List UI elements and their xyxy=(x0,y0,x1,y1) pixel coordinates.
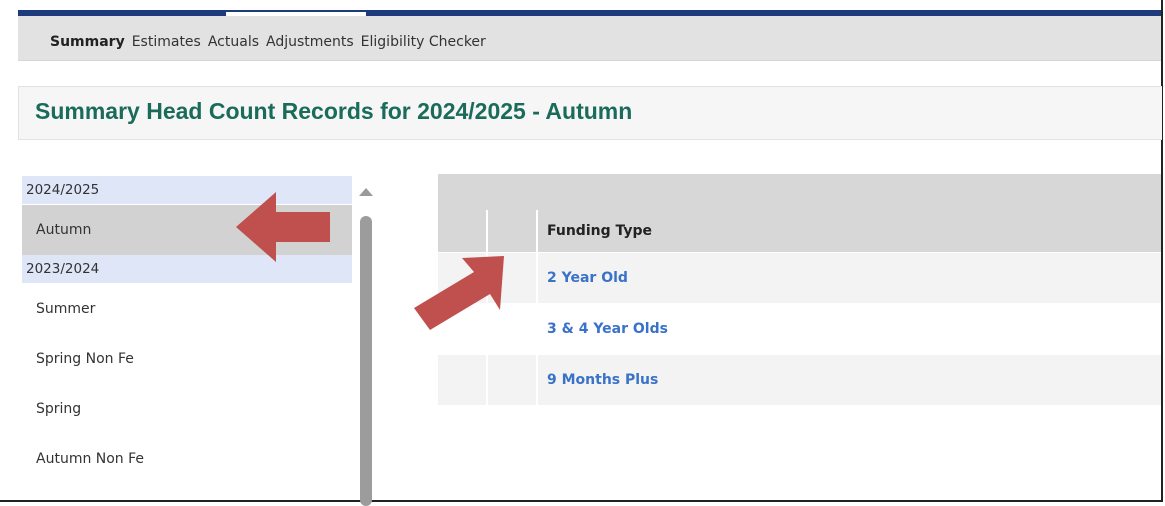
left-arrow-icon xyxy=(236,192,330,262)
tab-summary[interactable]: Summary xyxy=(50,34,125,50)
sidebar-item-summer[interactable]: Summer xyxy=(22,284,352,334)
table-row: 2 Year Old xyxy=(438,253,1161,304)
column-header-funding-type[interactable]: Funding Type xyxy=(538,210,1161,252)
page-title: Summary Head Count Records for 2024/2025… xyxy=(35,98,633,124)
scroll-thumb[interactable] xyxy=(360,216,372,506)
sidebar-scrollbar[interactable] xyxy=(357,176,375,506)
sidebar-item-spring-non-fe[interactable]: Spring Non Fe xyxy=(22,334,352,384)
funding-link-9-months-plus[interactable]: 9 Months Plus xyxy=(547,372,658,388)
sidebar-item-spring[interactable]: Spring xyxy=(22,384,352,434)
scroll-up-arrow-icon[interactable] xyxy=(359,188,373,196)
funding-link-2-year-old[interactable]: 2 Year Old xyxy=(547,270,628,286)
tab-bar: Summary Estimates Actuals Adjustments El… xyxy=(18,16,1161,61)
funding-link-3-4-year-olds[interactable]: 3 & 4 Year Olds xyxy=(547,321,668,337)
sidebar-item-autumn-non-fe[interactable]: Autumn Non Fe xyxy=(22,434,352,484)
title-panel: Summary Head Count Records for 2024/2025… xyxy=(18,86,1162,140)
tab-adjustments[interactable]: Adjustments xyxy=(266,34,354,50)
table-row: 3 & 4 Year Olds xyxy=(438,304,1161,355)
funding-table: Funding Type 2 Year Old 3 & 4 Year Olds … xyxy=(438,174,1161,406)
tab-eligibility-checker[interactable]: Eligibility Checker xyxy=(361,34,486,50)
tab-actuals[interactable]: Actuals xyxy=(208,34,259,50)
table-header-row: Funding Type xyxy=(438,210,1161,253)
diagonal-arrow-icon xyxy=(414,256,504,330)
table-row: 9 Months Plus xyxy=(438,355,1161,406)
table-title-bar xyxy=(438,174,1161,210)
tab-estimates[interactable]: Estimates xyxy=(132,34,201,50)
